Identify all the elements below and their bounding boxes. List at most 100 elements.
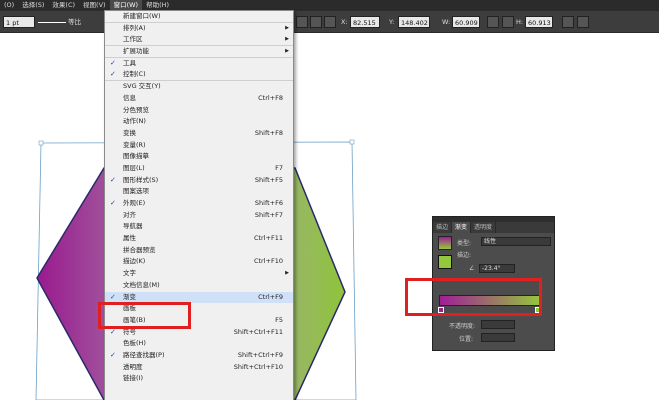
panel-tabs: 描边 渐变 透明度 (433, 222, 554, 233)
type-label: 类型: (457, 240, 472, 247)
menu-item[interactable]: 排列(A) ▶ (105, 23, 293, 35)
y-field[interactable]: 148.402 (398, 16, 430, 28)
opacity-label: 不透明度: (449, 323, 476, 330)
angle-field[interactable]: -23.4° (479, 264, 515, 273)
menu-item-shortcut: Ctrl+F8 (258, 93, 283, 102)
control-bar: 1 pt 等比 X: 82.515 Y: 148.402 W: 60.909 H… (0, 11, 659, 33)
angle-icon: ∠ (469, 265, 475, 272)
menu-item[interactable]: 动作(N) (105, 116, 293, 128)
menu-item-label: 工作区 (123, 35, 143, 44)
menu-item-label: 文字 (123, 269, 136, 278)
submenu-arrow-icon: ▶ (285, 36, 289, 43)
submenu-arrow-icon: ▶ (285, 270, 289, 277)
menu-item-shortcut: Shift+F7 (254, 210, 283, 219)
menubar-item[interactable]: 选择(S) (18, 0, 48, 11)
submenu-arrow-icon: ▶ (285, 24, 289, 31)
menu-item[interactable]: 信息 Ctrl+F8 (105, 93, 293, 105)
menu-item[interactable]: 画笔(B) F5 (105, 315, 293, 327)
gradient-swatch[interactable] (438, 236, 452, 250)
menu-item-label: 描边(K) (123, 257, 146, 266)
tab-gradient[interactable]: 渐变 (452, 222, 472, 233)
menu-item[interactable]: 属性 Ctrl+F11 (105, 233, 293, 245)
menu-item[interactable]: 分色预览 (105, 105, 293, 117)
menu-item-shortcut: F5 (275, 315, 283, 324)
menu-item[interactable]: 对齐 Shift+F7 (105, 210, 293, 222)
opacity-field[interactable] (481, 320, 515, 329)
menu-item[interactable]: ✓ 符号 Shift+Ctrl+F11 (105, 327, 293, 339)
x-field[interactable]: 82.515 (350, 16, 380, 28)
menu-item-label: 画板 (123, 304, 136, 313)
height-field[interactable]: 60.913 (525, 16, 553, 28)
menu-item[interactable]: 色板(H) (105, 338, 293, 350)
location-label: 位置: (459, 336, 474, 343)
align-center-icon[interactable] (310, 16, 322, 28)
submenu-arrow-icon: ▶ (285, 48, 289, 55)
menubar-item[interactable]: 效果(C) (48, 0, 79, 11)
menu-item[interactable]: 变换 Shift+F8 (105, 128, 293, 140)
menu-item-label: 图形样式(S) (123, 175, 159, 184)
checkmark-icon: ✓ (110, 70, 116, 79)
menu-item[interactable]: 描边(K) Ctrl+F10 (105, 256, 293, 268)
gradient-slider[interactable] (439, 295, 542, 306)
link-icon[interactable] (502, 16, 514, 28)
window-menu-dropdown: 新建窗口(W) 排列(A) ▶ 工作区 ▶ 扩展功能 ▶ ✓ 工具 ✓ 控制(C) SVG 交互(Y)… (104, 10, 294, 400)
menu-item[interactable]: 图案选项 (105, 186, 293, 198)
checkmark-icon: ✓ (110, 350, 116, 359)
menu-item[interactable]: ✓ 渐变 Ctrl+F9 (105, 291, 293, 304)
options-icon[interactable] (577, 16, 589, 28)
width-label: W: (442, 18, 451, 26)
menu-item[interactable]: ✓ 控制(C) (105, 69, 293, 82)
constrain-proportions-icon[interactable] (487, 16, 499, 28)
menu-item-shortcut: F7 (275, 163, 283, 172)
menu-item[interactable]: 透明度 Shift+Ctrl+F10 (105, 362, 293, 374)
gradient-stop-left[interactable] (438, 307, 444, 313)
menu-item[interactable]: ✓ 图形样式(S) Shift+F5 (105, 175, 293, 187)
tab-transparency[interactable]: 透明度 (471, 222, 497, 233)
menu-item-label: 外观(E) (123, 199, 146, 207)
width-field[interactable]: 60.909 (452, 16, 480, 28)
checkmark-icon: ✓ (110, 175, 116, 184)
stroke-style-dropdown[interactable]: 等比 (38, 16, 93, 28)
menu-item[interactable]: ✓ 外观(E) Shift+F6 (105, 198, 293, 210)
menu-item[interactable]: 导航器 (105, 221, 293, 233)
align-icon[interactable] (296, 16, 308, 28)
artboard-canvas[interactable] (0, 34, 659, 400)
menu-item[interactable]: 图像描摹 (105, 151, 293, 163)
reference-point-icon[interactable] (324, 16, 336, 28)
menu-item-shortcut: Shift+Ctrl+F9 (237, 350, 283, 359)
bounding-box-handle[interactable] (38, 140, 44, 146)
menu-item[interactable]: 变量(R) (105, 140, 293, 152)
menu-item-label: 透明度 (123, 362, 143, 371)
gradient-stop-right[interactable] (535, 307, 541, 313)
menu-item[interactable]: 链接(I) (105, 373, 293, 385)
menu-item[interactable]: 拼合器预览 (105, 245, 293, 257)
type-dropdown[interactable]: 线性 (481, 237, 551, 246)
menu-item[interactable]: 新建窗口(W) (105, 11, 293, 23)
location-field[interactable] (481, 333, 515, 342)
menu-item[interactable]: 文字 ▶ (105, 268, 293, 280)
fill-stroke-swatch[interactable] (438, 255, 452, 269)
menu-item[interactable]: ✓ 工具 (105, 58, 293, 70)
transform-icon[interactable] (562, 16, 574, 28)
y-label: Y: (389, 18, 395, 26)
menu-item[interactable]: ✓ 路径查找器(P) Shift+Ctrl+F9 (105, 350, 293, 362)
menu-item-label: 排列(A) (123, 23, 146, 32)
stroke-weight-field[interactable]: 1 pt (3, 16, 35, 28)
checkmark-icon: ✓ (110, 199, 116, 207)
menu-item-shortcut: Shift+Ctrl+F10 (233, 362, 283, 371)
menu-item[interactable]: 图层(L) F7 (105, 163, 293, 175)
menu-item-label: 色板(H) (123, 339, 146, 348)
menu-item[interactable]: 文档信息(M) (105, 280, 293, 292)
menu-item-label: 文档信息(M) (123, 280, 160, 289)
menu-item[interactable]: 工作区 ▶ (105, 34, 293, 47)
menubar-item[interactable]: (O) (0, 0, 18, 11)
bounding-box-handle[interactable] (349, 139, 355, 145)
tab-stroke[interactable]: 描边 (433, 222, 453, 233)
menu-item[interactable]: SVG 交互(Y) (105, 81, 293, 93)
menu-item-label: 链接(I) (123, 374, 143, 383)
menu-item-label: 控制(C) (123, 70, 146, 79)
menu-item-label: 对齐 (123, 210, 136, 219)
menu-item[interactable]: 画板 (105, 303, 293, 315)
menu-item[interactable]: 扩展功能 ▶ (105, 46, 293, 58)
gradient-panel: 描边 渐变 透明度 类型: 线性 描边: ∠ -23.4° 不透明度: 位置: (432, 216, 555, 351)
